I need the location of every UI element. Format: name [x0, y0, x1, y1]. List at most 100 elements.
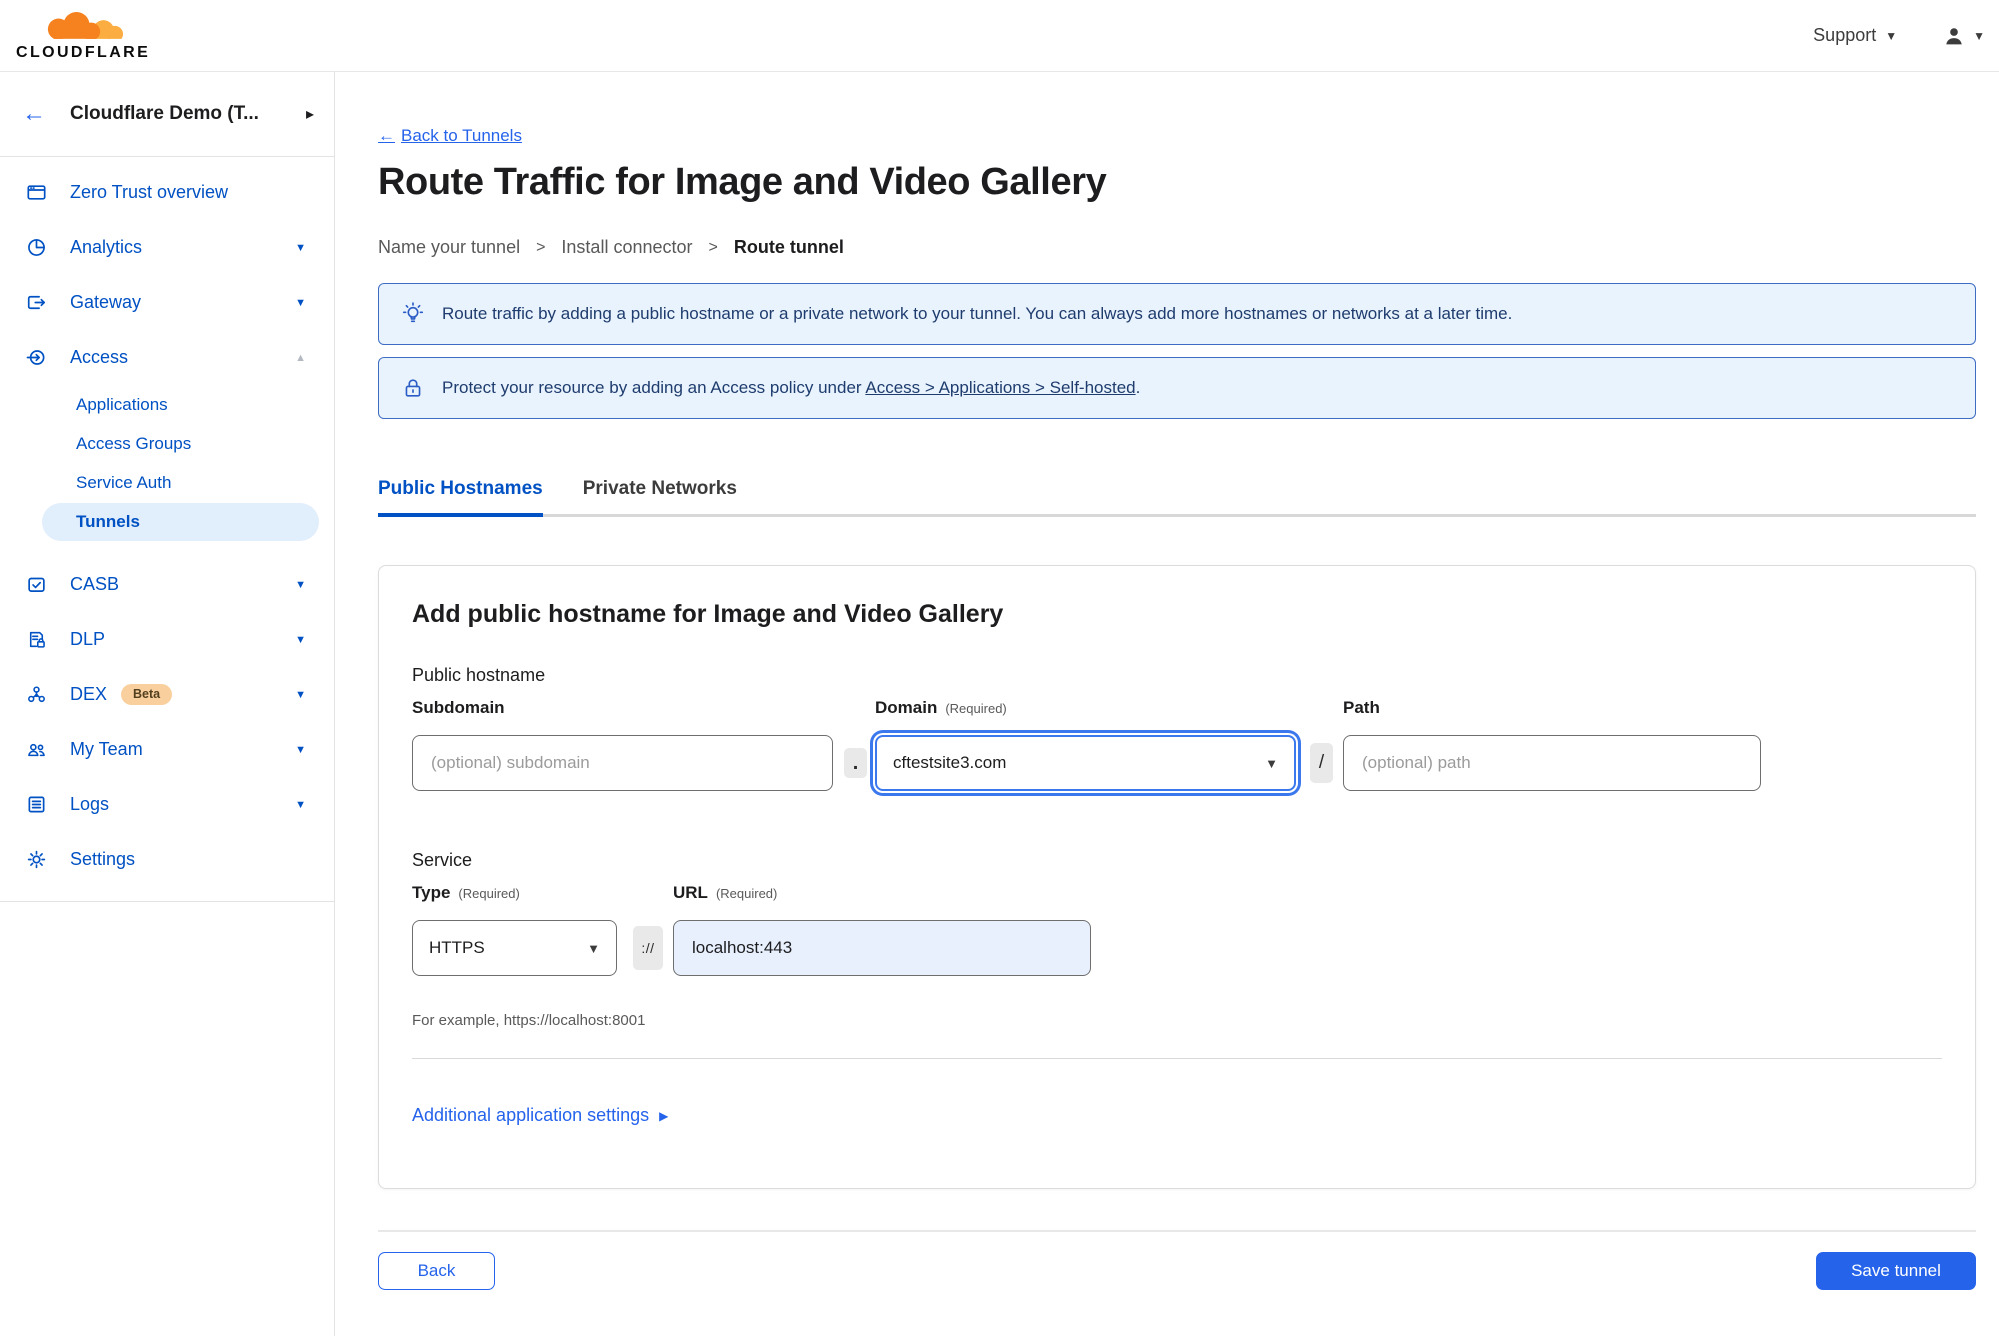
subdomain-input[interactable]	[412, 735, 833, 791]
step-route-tunnel: Route tunnel	[733, 237, 844, 257]
access-icon	[24, 347, 48, 369]
breadcrumb-separator: >	[708, 238, 718, 256]
url-required-hint: (Required)	[715, 886, 778, 901]
card-divider	[412, 1058, 1942, 1059]
chevron-down-icon: ▼	[295, 633, 306, 646]
sidebar-item-tunnels[interactable]: Tunnels	[42, 503, 319, 541]
additional-settings-label: Additional application settings	[412, 1105, 650, 1125]
page: CLOUDFLARE Support ▼ ▼ ← Cloudflare Demo…	[0, 0, 1999, 1336]
type-label: Type	[412, 883, 451, 902]
pie-chart-icon	[24, 237, 48, 259]
tab-public-hostnames[interactable]: Public Hostnames	[378, 478, 543, 517]
banner-text: Protect your resource by adding an Acces…	[442, 378, 1141, 397]
chevron-down-icon: ▼	[295, 798, 306, 811]
sidebar-item-service-auth[interactable]: Service Auth	[42, 464, 319, 502]
card-heading: Add public hostname for Image and Video …	[412, 600, 1004, 628]
chevron-down-icon: ▼	[295, 578, 306, 591]
sidebar-item-label: Zero Trust overview	[70, 182, 229, 202]
cloudflare-cloud-icon	[47, 11, 124, 39]
public-hostname-label: Public hostname	[412, 665, 546, 685]
service-type-select[interactable]: HTTPS ▼	[412, 920, 617, 976]
sidebar-item-label: DLP	[70, 629, 106, 649]
sidebar-item-casb[interactable]: CASB ▼	[0, 557, 334, 612]
sidebar-item-dex[interactable]: DEX Beta ▼	[0, 667, 334, 722]
chevron-down-icon: ▼	[1973, 28, 1985, 43]
dot-separator: .	[844, 748, 867, 778]
user-icon	[1946, 27, 1962, 44]
sidebar-item-my-team[interactable]: My Team ▼	[0, 722, 334, 777]
gateway-icon	[24, 292, 48, 314]
sidebar-item-logs[interactable]: Logs ▼	[0, 777, 334, 832]
path-input[interactable]	[1343, 735, 1761, 791]
logs-icon	[24, 794, 48, 816]
step-install-connector[interactable]: Install connector	[561, 237, 692, 258]
service-url-input[interactable]	[673, 920, 1091, 976]
chevron-up-icon: ▲	[295, 351, 306, 364]
lock-icon	[405, 379, 421, 397]
service-label: Service	[412, 850, 473, 870]
sidebar-item-label: CASB	[70, 574, 120, 594]
lightbulb-icon	[402, 302, 424, 323]
user-menu[interactable]: ▼	[1943, 25, 1985, 47]
domain-required-hint: (Required)	[945, 701, 1007, 716]
sidebar-item-access-groups[interactable]: Access Groups	[42, 425, 319, 463]
domain-select[interactable]: cftestsite3.com ▼	[875, 735, 1296, 791]
sidebar-nav: Zero Trust overview Analytics ▼ Gateway …	[0, 157, 334, 887]
sidebar-item-label: My Team	[70, 739, 143, 759]
chevron-down-icon: ▼	[1885, 28, 1898, 43]
back-link-label: Back to Tunnels	[401, 126, 522, 145]
access-applications-self-hosted-link[interactable]: Access > Applications > Self-hosted	[865, 378, 1135, 397]
service-fields-row: Type (Required) HTTPS ▼ :// URL (Require…	[412, 883, 1942, 976]
banner-text: Route traffic by adding a public hostnam…	[442, 304, 1513, 323]
sidebar: ← Cloudflare Demo (T... ▸ Zero Trust ove…	[0, 72, 335, 1336]
back-arrow-icon[interactable]: ←	[22, 102, 46, 126]
sidebar-item-label: Access	[70, 347, 129, 367]
info-banner-route-traffic: Route traffic by adding a public hostnam…	[378, 283, 1976, 345]
support-menu[interactable]: Support ▼	[1813, 25, 1897, 46]
step-name-your-tunnel[interactable]: Name your tunnel	[378, 237, 520, 258]
save-tunnel-button[interactable]: Save tunnel	[1816, 1252, 1976, 1290]
topbar: CLOUDFLARE Support ▼ ▼	[0, 0, 1999, 72]
sidebar-divider	[0, 901, 334, 902]
sidebar-item-gateway[interactable]: Gateway ▼	[0, 275, 334, 330]
sidebar-item-label: Analytics	[70, 237, 143, 257]
sidebar-item-label: Settings	[70, 849, 136, 869]
dlp-icon	[24, 629, 48, 651]
cloudflare-wordmark: CLOUDFLARE	[16, 43, 151, 61]
sidebar-item-analytics[interactable]: Analytics ▼	[0, 220, 334, 275]
sidebar-item-zero-trust-overview[interactable]: Zero Trust overview	[0, 165, 334, 220]
hostname-fields-row: Subdomain . Domain (Required) cftestsite…	[412, 698, 1942, 791]
tab-private-networks[interactable]: Private Networks	[583, 478, 737, 514]
subdomain-label: Subdomain	[412, 698, 505, 717]
slash-separator: /	[1310, 743, 1333, 783]
domain-label: Domain	[875, 698, 938, 717]
domain-select-value: cftestsite3.com	[893, 753, 1007, 772]
team-icon	[24, 739, 48, 761]
back-to-tunnels-link[interactable]: ← Back to Tunnels	[378, 126, 522, 146]
topbar-right: Support ▼ ▼	[1813, 25, 1985, 47]
chevron-right-icon[interactable]: ▸	[306, 104, 314, 124]
gear-icon	[24, 849, 48, 871]
sidebar-item-access[interactable]: Access ▲	[0, 330, 334, 385]
back-button[interactable]: Back	[378, 1252, 495, 1290]
path-label: Path	[1343, 698, 1380, 717]
type-required-hint: (Required)	[458, 886, 520, 901]
casb-icon	[24, 574, 48, 596]
breadcrumb-steps: Name your tunnel > Install connector > R…	[378, 237, 1976, 258]
sidebar-item-label: Logs	[70, 794, 110, 814]
additional-application-settings-link[interactable]: Additional application settings ▶	[412, 1105, 668, 1126]
breadcrumb-separator: >	[536, 238, 546, 256]
tab-bar: Public Hostnames Private Networks	[378, 478, 1976, 517]
sidebar-item-applications[interactable]: Applications	[42, 386, 319, 424]
public-hostname-card: Add public hostname for Image and Video …	[378, 565, 1976, 1189]
sidebar-item-settings[interactable]: Settings	[0, 832, 334, 887]
cloudflare-logo[interactable]: CLOUDFLARE	[16, 11, 150, 61]
footer-actions: Back Save tunnel	[378, 1252, 1976, 1290]
chevron-right-icon: ▶	[659, 1108, 669, 1123]
sidebar-item-dlp[interactable]: DLP ▼	[0, 612, 334, 667]
chevron-down-icon: ▼	[295, 743, 306, 756]
page-title: Route Traffic for Image and Video Galler…	[378, 161, 1107, 203]
support-label: Support	[1813, 25, 1877, 45]
chevron-down-icon: ▼	[1265, 755, 1278, 771]
sidebar-item-label: DEX	[70, 684, 108, 704]
